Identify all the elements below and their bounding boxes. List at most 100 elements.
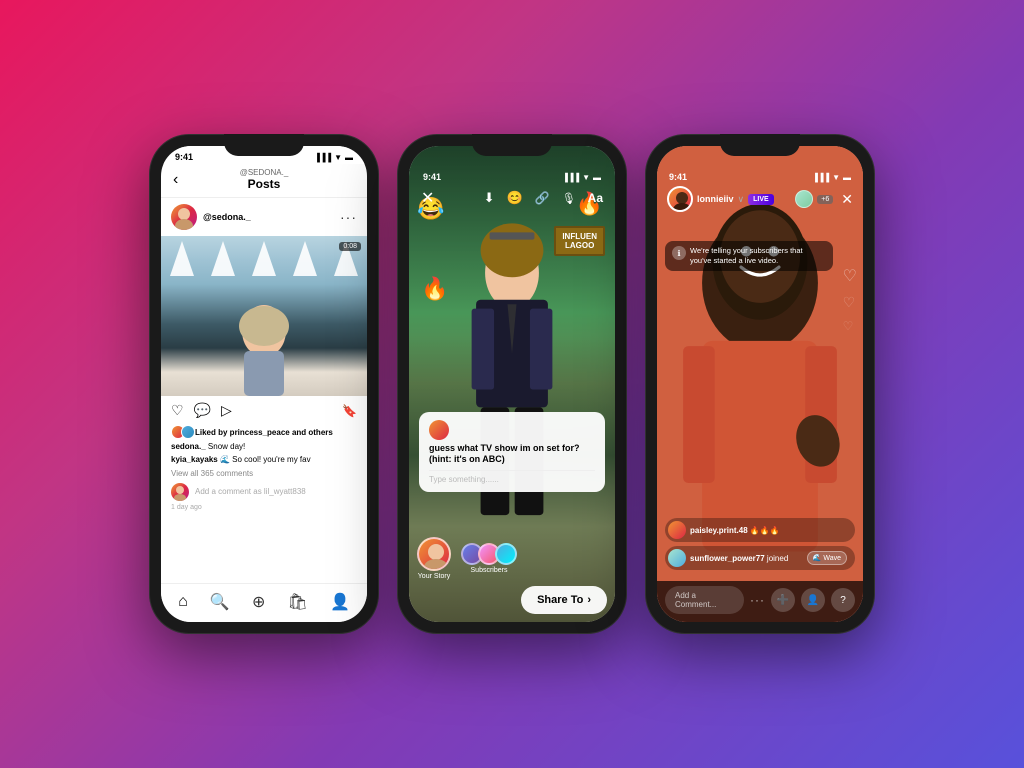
story-status-bar: 9:41 ▐▐▐ ▼ ▬: [421, 172, 603, 188]
live-time: 9:41: [669, 172, 687, 182]
share-to-button[interactable]: Share To ›: [521, 586, 607, 614]
signal-icon: ▐▐▐: [314, 153, 331, 162]
notification-info-icon: ℹ: [672, 246, 686, 260]
phone1-more-button[interactable]: ···: [340, 209, 357, 225]
subscribers-avatars: [461, 543, 517, 565]
nav-add[interactable]: ⊕: [252, 592, 265, 612]
phone-3-screen: 9:41 ▐▐▐ ▼ ▬ lonnieiiv ∨ L: [657, 146, 863, 622]
story-emoji-flame: 🔥: [421, 276, 448, 302]
live-close-button[interactable]: ✕: [841, 191, 853, 208]
story-signal-icon: ▐▐▐: [562, 173, 579, 182]
live-user-avatar[interactable]: [667, 186, 693, 212]
add-comment-placeholder[interactable]: Add a comment as lil_wyatt838: [195, 487, 306, 496]
story-link-icon[interactable]: 🔗: [535, 191, 550, 205]
share-button[interactable]: ▷: [221, 402, 232, 419]
likes-avatars: [171, 425, 191, 439]
phone1-header-username: @SEDONA._: [240, 168, 289, 177]
phone1-user-avatar[interactable]: [171, 204, 197, 230]
phone1-header: ‹ @SEDONA._ Posts: [161, 164, 367, 198]
snow-trees: [161, 241, 367, 276]
like-button[interactable]: ♡: [171, 402, 184, 419]
post-caption: sedona._ Snow day!: [161, 442, 367, 455]
bookmark-button[interactable]: 🔖: [342, 404, 357, 418]
live-bottom-bar: Add a Comment... ··· ➕ 👤 ?: [657, 581, 863, 622]
live-add-viewer-button[interactable]: ➕: [771, 588, 795, 612]
wave-button[interactable]: 🌊 Wave: [807, 551, 847, 565]
sign-line1: INFLUEN: [562, 232, 597, 241]
live-help-button[interactable]: ?: [831, 588, 855, 612]
live-viewer-avatars: [795, 190, 813, 208]
heart-icon-1[interactable]: ♡: [843, 266, 857, 286]
comment1-text: So cool! you're my fav: [232, 455, 310, 464]
snow-tree-1: [170, 241, 194, 276]
snow-tree-2: [211, 241, 235, 276]
live-comment-input[interactable]: Add a Comment...: [665, 586, 744, 614]
comment1-text: paisley.print.48 🔥🔥🔥: [690, 526, 847, 535]
live-hearts: ♡ ♡ ♡: [843, 266, 857, 333]
phone1-post-image: 0:08: [161, 236, 367, 396]
live-top-bar: lonnieiiv ∨ LIVE +6 ✕: [667, 186, 853, 212]
phone1-user-handle[interactable]: @sedona._: [203, 212, 251, 222]
commenter-avatar: [171, 483, 189, 501]
phone-1-screen: 9:41 ▐▐▐ ▼ ▬ ‹ @SEDONA._ Posts: [161, 146, 367, 622]
live-dropdown-arrow[interactable]: ∨: [738, 194, 745, 205]
post-comment1: kyia_kayaks 🌊 So cool! you're my fav: [161, 455, 367, 468]
phone-3-live: 9:41 ▐▐▐ ▼ ▬ lonnieiiv ∨ L: [645, 134, 875, 634]
likes-text[interactable]: Liked by princess_peace and others: [195, 428, 333, 437]
viewer-avatar-1: [795, 190, 813, 208]
story-emoji-sticker-icon[interactable]: 😊: [507, 190, 523, 206]
phone1-header-title: Posts: [240, 177, 289, 191]
live-username[interactable]: lonnieiiv: [697, 194, 734, 204]
question-avatar: [429, 420, 449, 440]
live-badge: LIVE: [748, 194, 774, 205]
your-story-option[interactable]: Your Story: [417, 537, 451, 580]
story-wifi-icon: ▼: [582, 173, 590, 182]
live-more-button[interactable]: ···: [750, 593, 765, 607]
phone-1-notch: [224, 134, 304, 156]
view-comments-link[interactable]: View all 365 comments: [161, 469, 367, 480]
nav-home[interactable]: ⌂: [178, 593, 188, 611]
story-controls-row: ✕ ⬇ 😊 🔗 🎙 Aa: [421, 188, 603, 208]
comment1-avatar: [668, 521, 686, 539]
story-time: 9:41: [423, 172, 441, 182]
comment1-user[interactable]: kyia_kayaks: [171, 455, 218, 464]
snow-tree-3: [252, 241, 276, 276]
comment2-avatar: [668, 549, 686, 567]
add-comment-row: Add a comment as lil_wyatt838: [161, 480, 367, 504]
phone1-header-text: @SEDONA._ Posts: [240, 168, 289, 191]
live-comment-row-2: sunflower_power77 joined 🌊 Wave: [665, 546, 855, 570]
story-text-icon[interactable]: Aa: [588, 191, 603, 205]
live-viewers-close: +6 ✕: [795, 190, 853, 208]
subscribers-label: Subscribers: [461, 567, 517, 574]
phone-2-screen: INFLUEN LAGOO 😂 🔥 🔥: [409, 146, 615, 622]
story-question-box: guess what TV show im on set for? (hint:…: [419, 412, 605, 492]
live-comment-row-1: paisley.print.48 🔥🔥🔥: [665, 518, 855, 542]
story-type-input[interactable]: Type something......: [429, 470, 595, 484]
live-notification-text: We're telling your subscribers that you'…: [690, 246, 826, 266]
live-wifi-icon: ▼: [832, 173, 840, 182]
story-close-button[interactable]: ✕: [421, 188, 434, 208]
your-story-label: Your Story: [417, 573, 451, 580]
live-notification-banner: ℹ We're telling your subscribers that yo…: [665, 241, 833, 271]
story-download-icon[interactable]: ⬇: [484, 190, 495, 206]
story-top-icons-group: ⬇ 😊 🔗 🎙 Aa: [484, 190, 603, 206]
comment1-username[interactable]: paisley.print.48: [690, 526, 748, 535]
back-button[interactable]: ‹: [173, 171, 178, 189]
story-mute-icon[interactable]: 🎙: [562, 192, 576, 205]
post-duration: 0:08: [339, 242, 361, 251]
caption-username[interactable]: sedona._: [171, 442, 206, 451]
nav-shop[interactable]: 🛍: [287, 592, 307, 612]
sign-line2: LAGOO: [562, 241, 597, 250]
live-battery-icon: ▬: [843, 173, 851, 182]
subscribers-option[interactable]: Subscribers: [461, 543, 517, 574]
phone-1-time: 9:41: [175, 152, 193, 162]
nav-profile[interactable]: 👤: [330, 592, 350, 612]
live-status-icons: ▐▐▐ ▼ ▬: [812, 173, 851, 182]
comment-button[interactable]: 💬: [194, 402, 211, 419]
phone-2-story: INFLUEN LAGOO 😂 🔥 🔥: [397, 134, 627, 634]
sub-avatar-3: [495, 543, 517, 565]
nav-search[interactable]: 🔍: [210, 592, 230, 612]
comment2-username[interactable]: sunflower_power77: [690, 554, 765, 563]
share-to-row: Share To ›: [417, 586, 607, 614]
live-invite-button[interactable]: 👤: [801, 588, 825, 612]
